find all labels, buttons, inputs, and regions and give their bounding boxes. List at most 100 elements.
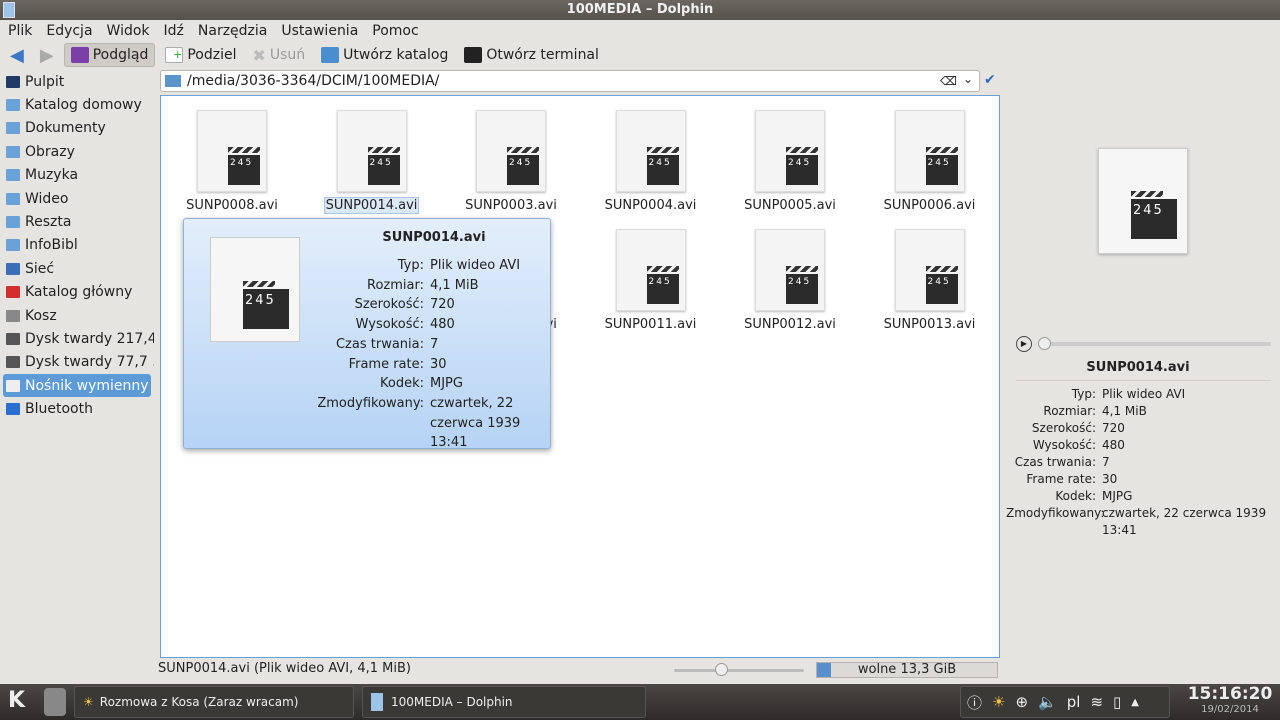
forward-button[interactable]: ▶ — [34, 43, 60, 67]
info-icon[interactable]: ⓘ — [967, 692, 982, 713]
menu-item[interactable]: Pomoc — [372, 23, 418, 39]
file-item[interactable]: 245 SUNP0013.avi — [861, 229, 999, 332]
sidebar-item[interactable]: Dysk twardy 217,4... — [0, 327, 154, 350]
file-item[interactable]: 245 SUNP0004.avi — [582, 110, 720, 213]
sidebar-item[interactable]: Katalog główny — [0, 281, 154, 304]
property-key: Kodek: — [380, 376, 424, 392]
file-item[interactable]: 245 SUNP0003.avi — [442, 110, 580, 213]
split-button[interactable]: + Podziel — [159, 43, 242, 67]
sidebar-item[interactable]: Obrazy — [0, 140, 154, 163]
sidebar-item-label: Pulpit — [25, 73, 65, 90]
new-folder-button[interactable]: Utwórz katalog — [315, 43, 454, 67]
free-space-indicator: wolne 13,3 GiB — [816, 662, 998, 678]
task-label: 100MEDIA – Dolphin — [391, 695, 513, 709]
confirm-icon[interactable]: ✔ — [984, 72, 996, 88]
sidebar-item-label: Muzyka — [25, 167, 79, 184]
file-name: SUNP0008.avi — [186, 198, 278, 213]
delete-button[interactable]: ✖ Usuń — [246, 43, 311, 67]
play-button[interactable]: ▶ — [1016, 336, 1032, 352]
clock[interactable]: 15:16:20 19/02/2014 — [1180, 684, 1280, 715]
task-chat[interactable]: ☀ Rozmowa z Kosa (Zaraz wracam) — [74, 686, 354, 718]
preview-label: Podgląd — [92, 47, 149, 63]
home-folder-icon — [6, 99, 20, 112]
property-key: Typ: — [397, 258, 424, 273]
trash-widget-icon[interactable] — [44, 688, 66, 716]
menu-item[interactable]: Edycja — [46, 23, 92, 39]
file-item[interactable]: 245 SUNP0008.avi — [163, 110, 301, 213]
property-value: 7 — [1102, 455, 1110, 469]
sun-icon[interactable]: ☀ — [992, 693, 1005, 711]
sidebar-item[interactable]: Bluetooth — [0, 397, 154, 420]
usb-icon[interactable]: ⊕ — [1015, 693, 1028, 711]
zoom-slider[interactable] — [674, 663, 804, 676]
property-value: 4,1 MiB — [1102, 404, 1147, 418]
back-button[interactable]: ◀ — [4, 43, 30, 67]
file-item[interactable]: 245 SUNP0006.avi — [861, 110, 999, 213]
file-item[interactable]: 245 SUNP0011.avi — [582, 229, 720, 332]
sidebar-item[interactable]: Wideo — [0, 187, 154, 210]
menu-item[interactable]: Plik — [8, 23, 32, 39]
sidebar-item[interactable]: Muzyka — [0, 164, 154, 187]
expand-tray-icon[interactable]: ▲ — [1131, 697, 1139, 708]
property-value: czwartek, 22 czerwca 1939 13:41 — [430, 395, 521, 451]
sidebar-item[interactable]: Katalog domowy — [0, 93, 154, 116]
split-label: Podziel — [187, 47, 237, 63]
location-path[interactable]: /media/3036-3364/DCIM/100MEDIA/ — [187, 73, 439, 89]
file-item[interactable]: 245 SUNP0005.avi — [721, 110, 859, 213]
menu-item[interactable]: Narzędzia — [198, 23, 267, 39]
keyboard-layout[interactable]: pl — [1067, 693, 1081, 711]
menu-item[interactable]: Widok — [107, 23, 150, 39]
sidebar-item-label: Bluetooth — [25, 401, 93, 418]
wifi-icon[interactable]: ≋ — [1090, 693, 1103, 711]
menu-item[interactable]: Idź — [164, 23, 184, 39]
kde-menu-icon[interactable]: K — [8, 688, 25, 713]
sidebar-item[interactable]: Nośnik wymienny ... — [3, 374, 151, 398]
splitter[interactable] — [155, 70, 158, 660]
property-row: Wysokość: 480 — [1006, 437, 1280, 454]
sidebar-item[interactable]: InfoBibl — [0, 234, 154, 257]
property-value: 720 — [1102, 421, 1125, 435]
file-item[interactable]: 245 SUNP0012.avi — [721, 229, 859, 332]
new-folder-label: Utwórz katalog — [343, 47, 449, 63]
task-dolphin[interactable]: 100MEDIA – Dolphin — [362, 686, 646, 718]
sidebar-item[interactable]: Dysk twardy 77,7 ... — [0, 351, 154, 374]
property-key: Zmodyfikowany: — [317, 395, 424, 411]
property-row: Wysokość: 480 — [304, 315, 544, 335]
location-bar[interactable]: /media/3036-3364/DCIM/100MEDIA/ ⌫ ⌄ — [160, 70, 980, 92]
seek-slider[interactable] — [1038, 337, 1271, 350]
clapper-text: 245 — [788, 158, 812, 168]
sidebar-item[interactable]: Dokumenty — [0, 117, 154, 140]
property-value: 4,1 MiB — [430, 277, 479, 293]
preview-button[interactable]: Podgląd — [63, 43, 156, 67]
app-icon[interactable] — [3, 2, 15, 18]
video-file-icon: 245 — [894, 110, 965, 192]
property-key: Kodek: — [1055, 489, 1096, 503]
root-folder-icon — [6, 286, 20, 299]
sidebar-item[interactable]: Sieć — [0, 257, 154, 280]
video-file-icon: 245 — [336, 110, 407, 192]
terminal-button[interactable]: Otwórz terminal — [458, 43, 605, 67]
volume-icon[interactable]: 🔈 — [1038, 693, 1057, 711]
space-used-bar — [817, 663, 832, 677]
clear-icon[interactable]: ⌫ — [940, 74, 957, 88]
clapper-text: 245 — [369, 158, 393, 168]
battery-icon[interactable]: ▯ — [1113, 693, 1121, 711]
sidebar-item-label: Nośnik wymienny ... — [25, 377, 151, 394]
sidebar-item[interactable]: Reszta — [0, 210, 154, 233]
property-row: Szerokość: 720 — [1006, 420, 1280, 437]
property-row: Frame rate: 30 — [1006, 471, 1280, 488]
folder-icon — [165, 75, 181, 87]
zoom-handle[interactable] — [715, 663, 729, 676]
file-item[interactable]: 245 SUNP0014.avi — [303, 110, 441, 214]
clapperboard-icon: 245 — [228, 147, 260, 185]
sidebar-item[interactable]: Kosz — [0, 304, 154, 327]
clapperboard-icon: 245 — [1131, 191, 1177, 239]
menu-item[interactable]: Ustawienia — [281, 23, 358, 39]
sidebar-item-label: Dysk twardy 77,7 ... — [25, 354, 154, 371]
sidebar-item[interactable]: Pulpit — [0, 70, 154, 93]
property-row: Typ: Plik wideo AVI — [304, 256, 544, 276]
sidebar-item-label: Katalog domowy — [25, 97, 142, 114]
seek-handle[interactable] — [1038, 337, 1051, 350]
chevron-down-icon[interactable]: ⌄ — [963, 72, 973, 86]
video-file-icon: 245 — [197, 110, 267, 192]
